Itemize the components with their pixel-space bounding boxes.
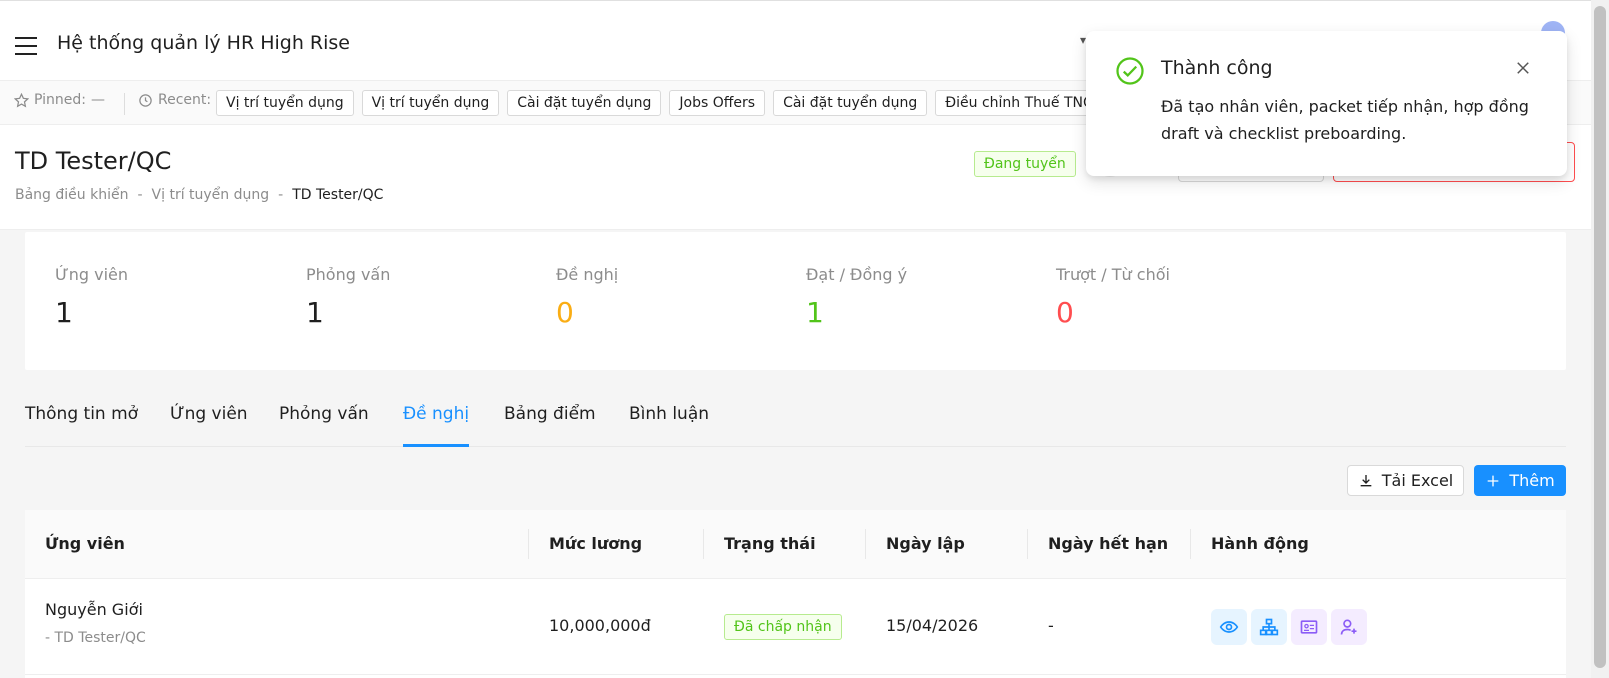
breadcrumb: Bảng điều khiển - Vị trí tuyển dụng - TD Tes…: [15, 187, 383, 203]
candidate-position: - TD Tester/QC: [45, 630, 146, 646]
recent-chip[interactable]: Cài đặt tuyển dụng: [773, 90, 928, 116]
column-header[interactable]: Trạng thái: [724, 534, 816, 553]
recent-chip[interactable]: Vị trí tuyển dụng: [216, 90, 354, 116]
app-title: Hệ thống quản lý HR High Rise: [57, 32, 350, 54]
recent-section: Recent:: [138, 92, 211, 108]
notification-message: Đã tạo nhân viên, packet tiếp nhận, hợp …: [1161, 97, 1529, 143]
id-card-button[interactable]: [1291, 609, 1327, 645]
scrollbar-thumb[interactable]: [1594, 6, 1606, 668]
stat-candidates: Ứng viên 1: [55, 265, 128, 329]
menu-icon[interactable]: [15, 37, 37, 55]
column-header: Hành động: [1211, 534, 1309, 553]
stat-label: Phỏng vấn: [306, 265, 391, 284]
breadcrumb-item[interactable]: Bảng điều khiển: [15, 187, 128, 203]
table-header: Ứng viên Mức lương Trạng thái Ngày lập N…: [25, 510, 1566, 579]
recent-chip[interactable]: Cài đặt tuyển dụng: [507, 90, 662, 116]
tab-label: Ứng viên: [170, 404, 248, 424]
id-card-icon: [1300, 620, 1318, 634]
stat-value: 0: [556, 296, 574, 329]
column-divider: [1027, 529, 1028, 559]
check-circle-icon: [1116, 57, 1144, 85]
close-icon[interactable]: [1514, 59, 1532, 77]
pinned-section: Pinned: —: [14, 92, 105, 108]
stat-passed: Đạt / Đồng ý 1: [806, 265, 907, 329]
tab-label: Bảng điểm: [504, 404, 596, 424]
column-header[interactable]: Ứng viên: [45, 534, 125, 553]
tab-offers[interactable]: Đề nghị: [403, 404, 470, 447]
column-divider: [528, 529, 529, 559]
stat-label: Đạt / Đồng ý: [806, 265, 908, 284]
tab-open-info[interactable]: Thông tin mở: [25, 404, 138, 446]
recent-chip[interactable]: Vị trí tuyển dụng: [361, 90, 500, 116]
column-divider: [703, 529, 704, 559]
tab-candidates[interactable]: Ứng viên: [170, 404, 248, 446]
stat-label: Đề nghị: [556, 265, 619, 284]
clock-icon: [139, 93, 152, 107]
stat-rejected: Trượt / Từ chối 0: [1056, 265, 1170, 329]
column-divider: [1190, 529, 1191, 559]
download-icon: [1360, 474, 1372, 486]
candidate-name[interactable]: Nguyễn Giới: [45, 600, 143, 619]
stat-value: 1: [806, 296, 824, 329]
breadcrumb-item[interactable]: Vị trí tuyển dụng: [152, 187, 270, 203]
table-row: Nguyễn Giới - TD Tester/QC 10,000,000đ Đ…: [25, 578, 1566, 675]
column-header[interactable]: Ngày lập: [886, 534, 965, 553]
stat-value: 0: [1056, 296, 1074, 329]
status-badge: Đã chấp nhận: [724, 614, 842, 640]
add-button[interactable]: Thêm: [1474, 465, 1566, 496]
active-tab-indicator: [403, 444, 470, 447]
view-icon: [1219, 621, 1239, 633]
column-header[interactable]: Mức lương: [549, 534, 642, 553]
expiry-date-cell: -: [1048, 616, 1054, 635]
recent-chips: Vị trí tuyển dụng Vị trí tuyển dụng Cài …: [216, 90, 1114, 116]
stat-label: Trượt / Từ chối: [1056, 265, 1170, 284]
salary-cell: 10,000,000đ: [549, 616, 651, 635]
pinned-value: —: [91, 92, 105, 108]
view-button[interactable]: [1211, 609, 1247, 645]
plus-icon: [1487, 475, 1499, 486]
recent-label: Recent:: [158, 92, 212, 108]
org-chart-button[interactable]: [1251, 609, 1287, 645]
export-excel-label: Tải Excel: [1381, 471, 1454, 490]
recent-chip[interactable]: Jobs Offers: [669, 90, 766, 116]
breadcrumb-separator: -: [137, 187, 143, 203]
tab-comments[interactable]: Bình luận: [629, 404, 709, 446]
column-header[interactable]: Ngày hết hạn: [1048, 534, 1168, 553]
pinned-label: Pinned:: [34, 92, 86, 108]
divider: [124, 93, 125, 115]
breadcrumb-separator: -: [278, 187, 284, 203]
add-user-button[interactable]: [1331, 609, 1367, 645]
tab-label: Bình luận: [629, 404, 710, 424]
page-title: TD Tester/QC: [15, 147, 172, 175]
export-excel-button[interactable]: Tải Excel: [1347, 465, 1464, 496]
tab-label: Thông tin mở: [25, 404, 139, 424]
tab-bar: Thông tin mở Ứng viên Phỏng vấn Đề nghị …: [25, 392, 1566, 447]
success-notification: Thành công Đã tạo nhân viên, packet tiếp…: [1086, 31, 1567, 176]
created-date-cell: 15/04/2026: [886, 616, 979, 635]
org-chart-icon: [1259, 618, 1279, 636]
star-icon: [14, 92, 29, 107]
stat-value: 1: [55, 296, 73, 329]
offers-table: Ứng viên Mức lương Trạng thái Ngày lập N…: [25, 510, 1566, 678]
breadcrumb-current: TD Tester/QC: [292, 187, 384, 203]
tab-label: Phỏng vấn: [279, 404, 369, 424]
notification-title: Thành công: [1161, 57, 1273, 79]
column-divider: [865, 529, 866, 559]
status-badge: Đang tuyển: [974, 151, 1076, 177]
stat-interviews: Phỏng vấn 1: [306, 265, 390, 329]
tab-interviews[interactable]: Phỏng vấn: [279, 404, 369, 446]
stat-offers: Đề nghị 0: [556, 265, 618, 329]
tab-label: Đề nghị: [403, 404, 470, 424]
stat-value: 1: [306, 296, 324, 329]
tab-scorecard[interactable]: Bảng điểm: [504, 404, 596, 446]
stats-card: Ứng viên 1 Phỏng vấn 1 Đề nghị 0 Đạt / Đ…: [25, 232, 1566, 370]
add-label: Thêm: [1509, 471, 1555, 490]
add-user-icon: [1340, 619, 1357, 635]
stat-label: Ứng viên: [55, 265, 129, 284]
